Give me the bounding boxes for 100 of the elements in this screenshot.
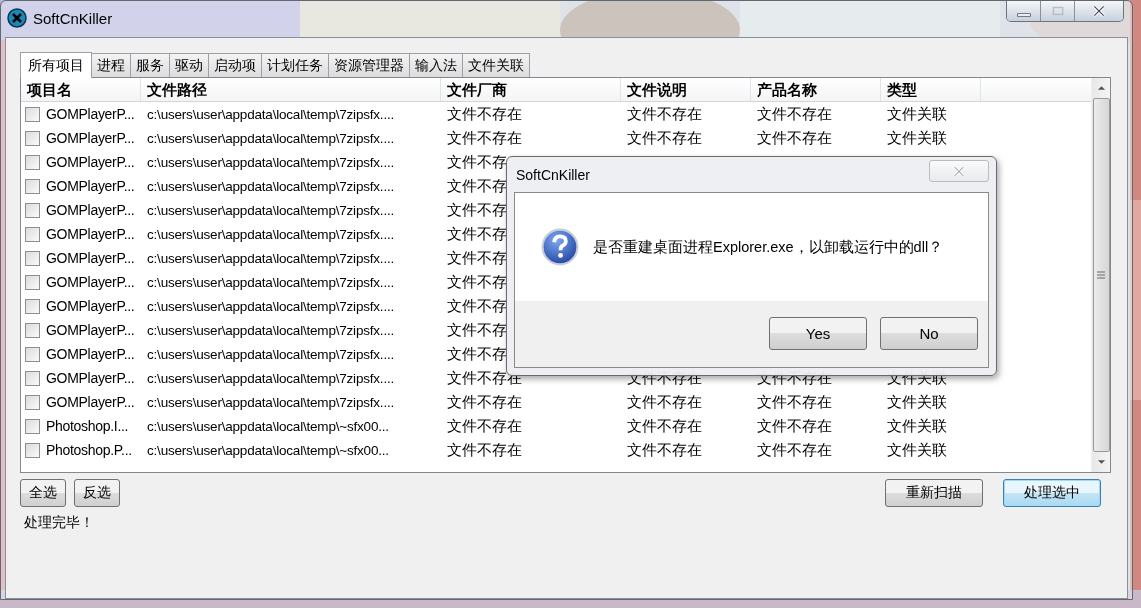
table-cell-text: 文件关联 — [886, 440, 948, 460]
table-cell-text: c:\users\user\appdata\local\temp\7zipsfx.... — [146, 394, 396, 410]
checkbox[interactable] — [25, 298, 40, 314]
table-cell-text: 文件不存在 — [446, 392, 523, 412]
table-cell-text: 文件关联 — [886, 392, 948, 412]
table-cell-text: 文件不存在 — [446, 416, 523, 436]
checkbox[interactable] — [25, 346, 40, 362]
table-cell-text: c:\users\user\appdata\local\temp\7zipsfx.... — [146, 178, 396, 194]
table-cell-text: 文件不存 — [446, 320, 508, 340]
app-icon — [7, 8, 27, 28]
table-cell-text: 文件关联 — [886, 104, 948, 124]
column-header[interactable]: 产品名称 — [751, 78, 881, 101]
grip-icon — [1097, 271, 1105, 279]
close-icon — [1091, 4, 1107, 18]
tab[interactable]: 输入法 — [409, 53, 463, 77]
checkbox[interactable] — [25, 106, 40, 122]
question-icon — [541, 228, 579, 266]
column-header[interactable]: 文件路径 — [141, 78, 441, 101]
table-cell-text: 文件不存 — [446, 272, 508, 292]
table-cell: GOMPlayerP... — [46, 106, 135, 122]
maximize-button[interactable] — [1040, 1, 1074, 21]
checkbox[interactable] — [25, 178, 40, 194]
close-button[interactable] — [929, 160, 989, 182]
scroll-up-icon[interactable] — [1096, 85, 1106, 91]
checkbox[interactable] — [25, 322, 40, 338]
table-cell-text: 文件不存 — [446, 248, 508, 268]
checkbox[interactable] — [25, 442, 40, 458]
table-cell: GOMPlayerP... — [46, 178, 135, 194]
table-cell-text: 文件不存 — [446, 224, 508, 244]
dialog-button[interactable]: No — [880, 317, 978, 350]
scroll-down-icon[interactable] — [1096, 459, 1106, 465]
table-cell-text: c:\users\user\appdata\local\temp\7zipsfx.... — [146, 322, 396, 338]
table-cell-text: 文件不存在 — [626, 104, 703, 124]
table-cell: GOMPlayerP... — [46, 250, 135, 266]
table-cell: GOMPlayerP... — [46, 322, 135, 338]
close-icon — [951, 164, 967, 178]
table-cell-text: c:\users\user\appdata\local\temp\7zipsfx.... — [146, 202, 396, 218]
table-cell-text: c:\users\user\appdata\local\temp\7zipsfx.... — [146, 346, 396, 362]
table-cell-text: 文件不存在 — [446, 440, 523, 460]
minimize-icon — [1016, 13, 1031, 17]
tab[interactable]: 服务 — [130, 53, 170, 77]
table-cell-text: 文件不存在 — [756, 416, 833, 436]
checkbox[interactable] — [25, 226, 40, 242]
table-cell-text: 文件不存 — [446, 296, 508, 316]
column-header[interactable]: 类型 — [881, 78, 981, 101]
dialog-message: 是否重建桌面进程Explorer.exe，以卸载运行中的dll？ — [593, 237, 944, 257]
tab[interactable]: 驱动 — [169, 53, 209, 77]
table-cell: GOMPlayerP... — [46, 226, 135, 242]
action-button[interactable]: 处理选中 — [1003, 479, 1101, 507]
tab[interactable]: 文件关联 — [462, 53, 530, 77]
checkbox[interactable] — [25, 202, 40, 218]
table-cell-text: 文件不存在 — [626, 128, 703, 148]
table-cell-text: 文件不存 — [446, 344, 508, 364]
select-button[interactable]: 反选 — [74, 479, 120, 507]
table-cell: Photoshop.P... — [46, 442, 132, 458]
checkbox[interactable] — [25, 130, 40, 146]
tab[interactable]: 资源管理器 — [328, 53, 410, 77]
column-header[interactable]: 文件说明 — [621, 78, 751, 101]
table-cell-text: 文件不存在 — [626, 392, 703, 412]
tab[interactable]: 计划任务 — [261, 53, 329, 77]
checkbox[interactable] — [25, 250, 40, 266]
checkbox[interactable] — [25, 370, 40, 386]
status-text: 处理完毕！ — [23, 513, 95, 532]
table-cell-text: c:\users\user\appdata\local\temp\7zipsfx.... — [146, 130, 396, 146]
action-button[interactable]: 重新扫描 — [885, 479, 983, 507]
checkbox[interactable] — [25, 394, 40, 410]
checkbox[interactable] — [25, 418, 40, 434]
column-header[interactable]: 项目名 — [21, 78, 141, 101]
table-cell-text: 文件不存在 — [626, 416, 703, 436]
table-cell-text: 文件不存在 — [756, 440, 833, 460]
table-cell-text: 文件关联 — [886, 416, 948, 436]
table-cell-text: c:\users\user\appdata\local\temp\~sfx00... — [146, 442, 390, 458]
scrollbar[interactable] — [1091, 78, 1110, 472]
table-cell: GOMPlayerP... — [46, 202, 135, 218]
table-cell-text: 文件不存在 — [446, 368, 523, 388]
table-cell: GOMPlayerP... — [46, 370, 135, 386]
column-header[interactable]: 文件厂商 — [441, 78, 621, 101]
tab[interactable]: 启动项 — [208, 53, 262, 77]
checkbox[interactable] — [25, 154, 40, 170]
table-cell-text: c:\users\user\appdata\local\temp\7zipsfx.... — [146, 298, 396, 314]
table-cell: GOMPlayerP... — [46, 130, 135, 146]
table-cell-text: 文件不存在 — [626, 440, 703, 460]
table-cell-text: 文件不存在 — [446, 128, 523, 148]
table-cell-text: 文件不存在 — [446, 104, 523, 124]
select-button[interactable]: 全选 — [20, 479, 66, 507]
table-cell: GOMPlayerP... — [46, 298, 135, 314]
dialog-button[interactable]: Yes — [769, 317, 867, 350]
table-cell-text: 文件不存 — [446, 200, 508, 220]
tab[interactable]: 所有项目 — [20, 52, 92, 78]
minimize-button[interactable] — [1007, 1, 1040, 21]
dialog-title: SoftCnKiller — [515, 166, 590, 183]
table-cell: GOMPlayerP... — [46, 394, 135, 410]
tab[interactable]: 进程 — [91, 53, 131, 77]
checkbox[interactable] — [25, 274, 40, 290]
table-cell-text: c:\users\user\appdata\local\temp\7zipsfx.... — [146, 370, 396, 386]
window-title: SoftCnKiller — [33, 9, 113, 27]
maximize-icon — [1050, 4, 1065, 18]
table-cell-text: 文件不存在 — [756, 392, 833, 412]
close-button[interactable] — [1074, 1, 1123, 21]
table-cell-text: c:\users\user\appdata\local\temp\7zipsfx.... — [146, 250, 396, 266]
